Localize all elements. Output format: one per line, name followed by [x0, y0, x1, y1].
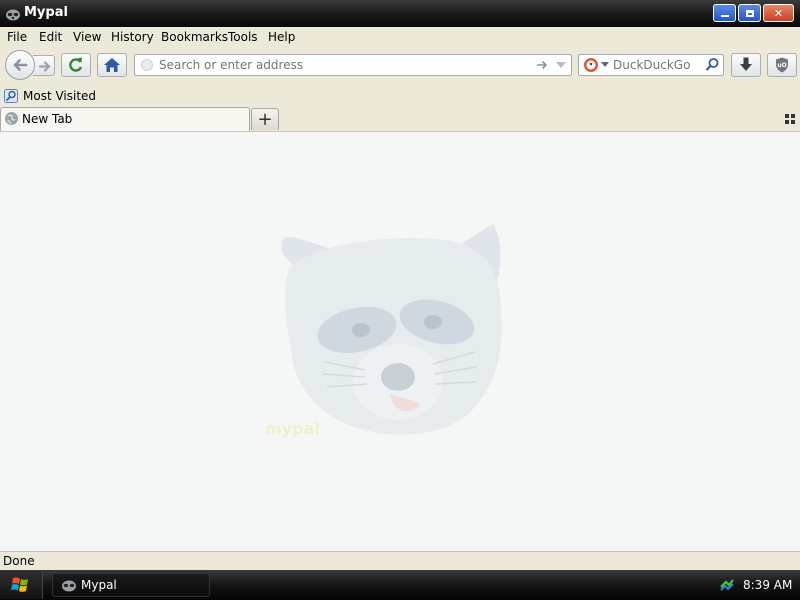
menu-history[interactable]: History [111, 30, 154, 44]
status-bar [0, 551, 800, 571]
menu-bookmarks[interactable]: Bookmarks [161, 30, 228, 44]
restore-icon [745, 9, 754, 17]
svg-text:uO: uO [777, 62, 786, 69]
windows-logo-icon [11, 577, 28, 592]
tab-favicon-globe-icon [5, 112, 18, 125]
back-icon [13, 59, 28, 71]
network-tray-icon[interactable] [719, 577, 735, 593]
new-tab-button[interactable]: + [251, 108, 279, 130]
tab-label: New Tab [22, 112, 73, 126]
search-input[interactable] [613, 57, 703, 73]
svg-text:mypal: mypal [265, 419, 320, 438]
engine-dropdown-icon[interactable] [601, 62, 609, 68]
search-icon[interactable] [705, 57, 720, 72]
duckduckgo-icon[interactable] [583, 57, 599, 73]
reload-icon [69, 57, 83, 72]
ublock-button[interactable]: uO [767, 53, 797, 77]
go-arrow-icon[interactable] [535, 58, 549, 72]
close-icon: ✕ [773, 6, 784, 20]
plus-icon: + [257, 108, 273, 130]
menu-file[interactable]: File [7, 30, 27, 44]
taskbar-mypal-icon [62, 580, 76, 592]
history-dropdown-icon[interactable] [555, 60, 567, 70]
bookmark-label: Most Visited [23, 89, 97, 103]
reload-button[interactable] [61, 53, 91, 77]
download-button[interactable] [731, 53, 761, 77]
start-button[interactable] [0, 571, 43, 599]
ublock-icon: uO [776, 57, 788, 73]
minimize-icon [720, 15, 729, 17]
menu-tools[interactable]: Tools [228, 30, 258, 44]
status-text: Done [3, 554, 35, 568]
download-icon [740, 57, 752, 71]
menu-help[interactable]: Help [268, 30, 295, 44]
close-button[interactable]: ✕ [763, 4, 794, 22]
back-button[interactable] [5, 50, 35, 80]
forward-icon [38, 61, 51, 72]
window-title: Mypal [24, 5, 68, 20]
page-identity-icon [141, 59, 153, 71]
mypal-raccoon-logo: mypal [265, 224, 502, 438]
minimize-button[interactable] [713, 4, 736, 22]
forward-button[interactable] [33, 55, 55, 76]
taskbar-item-label: Mypal [81, 578, 117, 592]
mypal-logo-icon [6, 9, 20, 21]
restore-button[interactable] [738, 4, 761, 22]
tray-clock: 8:39 AM [743, 578, 793, 592]
home-button[interactable] [97, 53, 127, 77]
menu-edit[interactable]: Edit [39, 30, 62, 44]
home-icon [104, 58, 120, 72]
url-input[interactable] [159, 57, 529, 73]
most-visited-icon [4, 89, 18, 103]
title-bar [0, 0, 800, 27]
menu-view[interactable]: View [73, 30, 101, 44]
tab-grid-icon[interactable] [785, 114, 795, 124]
bookmark-most-visited[interactable]: Most Visited [4, 88, 96, 104]
